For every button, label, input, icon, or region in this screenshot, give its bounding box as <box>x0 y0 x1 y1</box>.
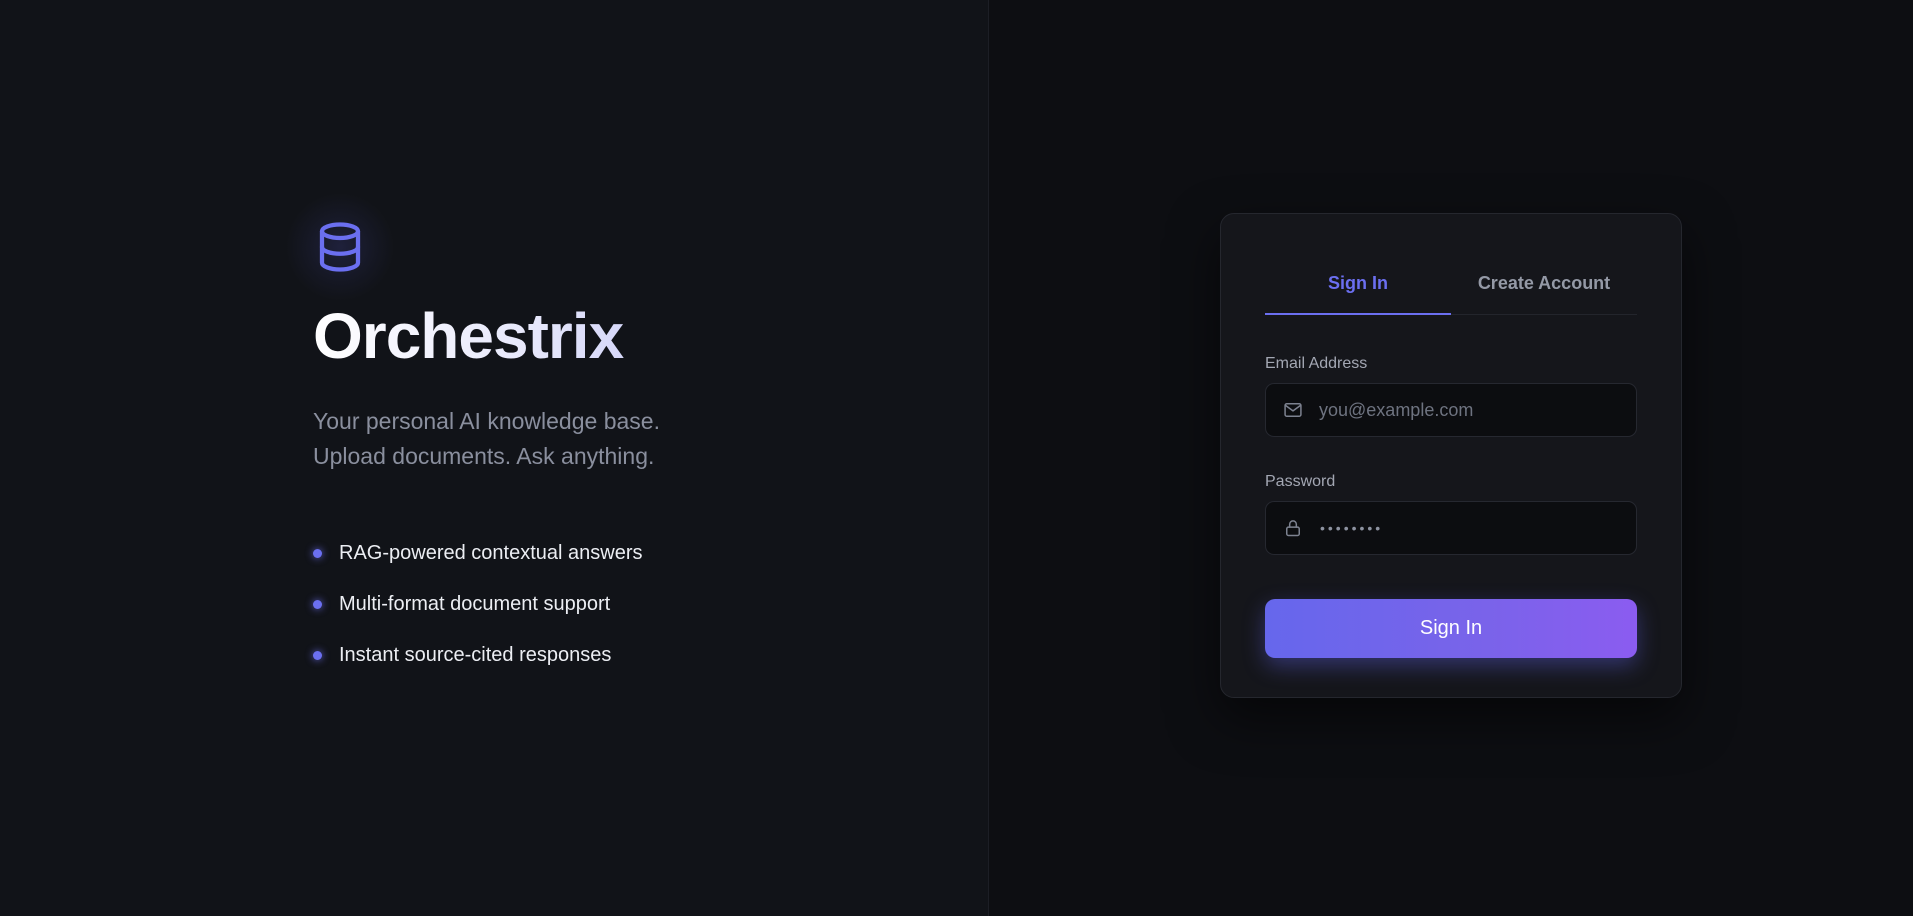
tab-create-account[interactable]: Create Account <box>1451 264 1637 314</box>
sign-in-button[interactable]: Sign In <box>1265 599 1637 658</box>
feature-text: RAG-powered contextual answers <box>339 542 643 564</box>
tab-sign-in[interactable]: Sign In <box>1265 264 1451 315</box>
hero-panel: Orchestrix Your personal AI knowledge ba… <box>0 0 989 916</box>
feature-item: RAG-powered contextual answers <box>313 528 873 579</box>
email-input[interactable] <box>1266 384 1636 436</box>
feature-list: RAG-powered contextual answers Multi-for… <box>313 528 873 681</box>
sign-in-card: Sign In Create Account Email Address Pas… <box>1220 213 1682 698</box>
login-page: Orchestrix Your personal AI knowledge ba… <box>0 0 1913 916</box>
mail-icon <box>1282 399 1304 421</box>
feature-text: Multi-format document support <box>339 593 611 615</box>
feature-item: Instant source-cited responses <box>313 630 873 681</box>
app-title: Orchestrix <box>313 300 873 372</box>
hero-content: Orchestrix Your personal AI knowledge ba… <box>285 192 873 681</box>
password-field-wrapper: •••••••• <box>1265 501 1637 555</box>
bullet-dot-icon <box>313 651 322 660</box>
tagline: Your personal AI knowledge base. Upload … <box>313 404 873 474</box>
feature-text: Instant source-cited responses <box>339 644 612 666</box>
password-input[interactable] <box>1266 502 1636 554</box>
password-label: Password <box>1265 473 1336 490</box>
email-label: Email Address <box>1265 355 1368 372</box>
bullet-dot-icon <box>313 600 322 609</box>
database-icon <box>285 192 395 302</box>
email-field-wrapper <box>1265 383 1637 437</box>
bullet-dot-icon <box>313 549 322 558</box>
tagline-line-2: Upload documents. Ask anything. <box>313 443 655 469</box>
auth-tabs: Sign In Create Account <box>1265 264 1637 315</box>
feature-item: Multi-format document support <box>313 579 873 630</box>
tagline-line-1: Your personal AI knowledge base. <box>313 408 660 434</box>
auth-panel: Sign In Create Account Email Address Pas… <box>989 0 1913 916</box>
lock-icon <box>1282 517 1304 539</box>
